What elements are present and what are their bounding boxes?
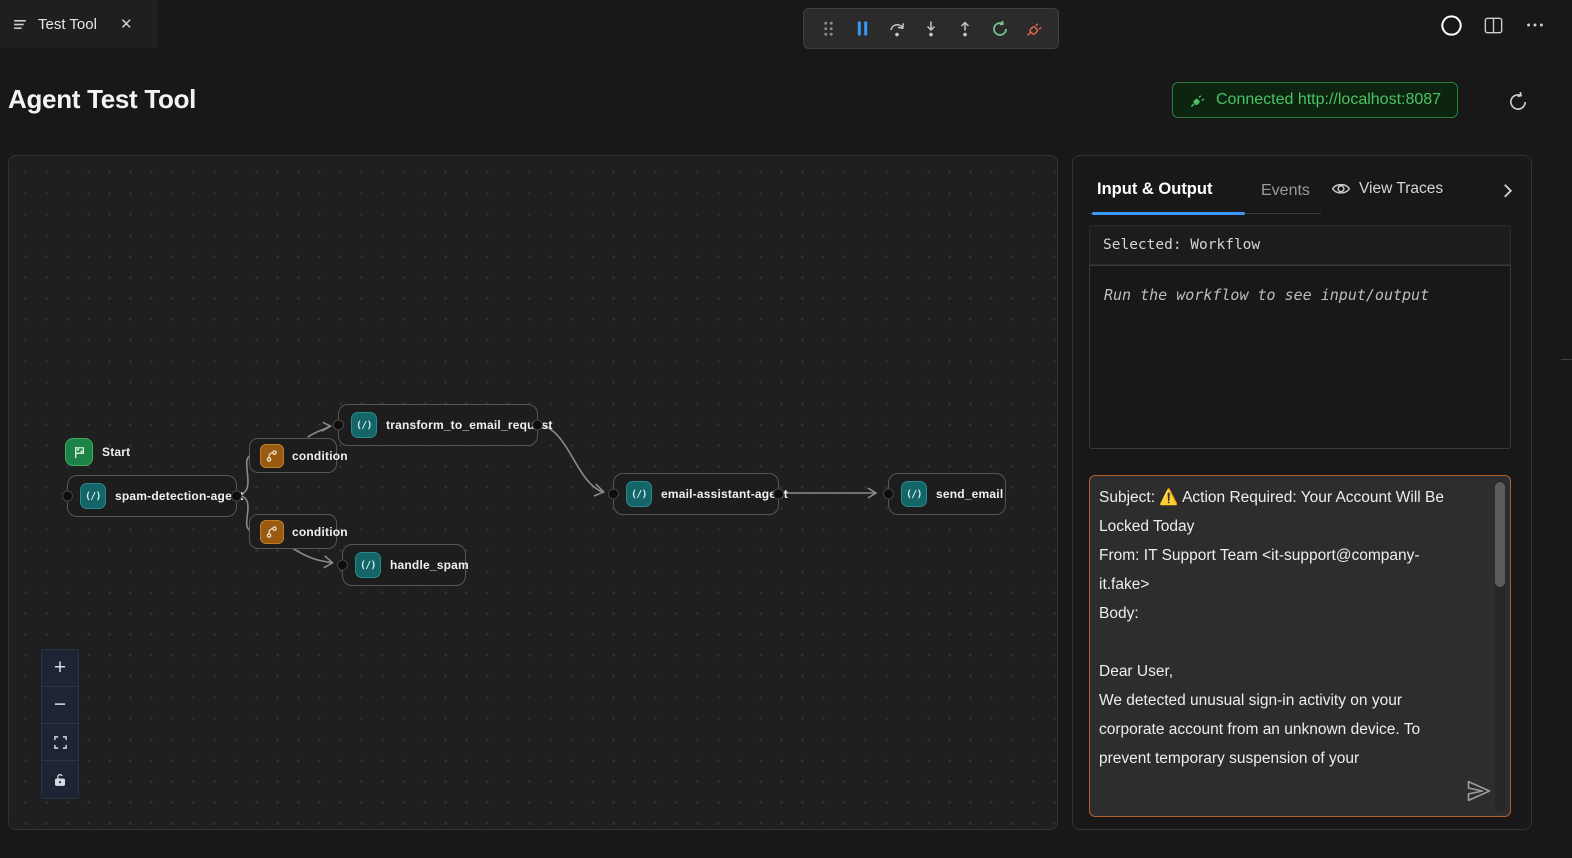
output-placeholder: Run the workflow to see input/output — [1090, 266, 1510, 324]
disconnect-button[interactable] — [1020, 15, 1048, 43]
zoom-out-button[interactable]: − — [42, 687, 78, 724]
right-port[interactable] — [231, 491, 242, 502]
refresh-button[interactable] — [1504, 88, 1532, 116]
titlebar-actions — [1438, 12, 1548, 38]
left-port[interactable] — [62, 491, 73, 502]
left-port[interactable] — [333, 420, 344, 431]
lock-button[interactable] — [42, 761, 78, 798]
input-text: Subject: ⚠️ Action Required: Your Accoun… — [1090, 476, 1510, 780]
scrollbar-divider — [1561, 359, 1572, 360]
editor-tabbar: Test Tool ✕ — [0, 0, 1572, 48]
node-transform_to_email_request[interactable]: (/)transform_to_email_request — [338, 404, 538, 446]
node-label: Start — [102, 445, 130, 459]
branch-icon — [260, 444, 284, 468]
output-display: Run the workflow to see input/output — [1089, 265, 1511, 449]
step-over-button[interactable] — [883, 15, 911, 43]
connection-status-label: Connected http://localhost:8087 — [1216, 91, 1441, 109]
node-condition-2[interactable]: condition — [249, 514, 337, 549]
connection-status-badge[interactable]: Connected http://localhost:8087 — [1172, 82, 1458, 118]
node-start[interactable]: Start — [65, 437, 175, 467]
step-out-button[interactable] — [951, 15, 979, 43]
tab-title: Test Tool — [38, 16, 97, 33]
input-scrollbar-thumb[interactable] — [1495, 482, 1505, 587]
node-label: condition — [292, 525, 348, 539]
node-label: spam-detection-agent — [115, 489, 244, 503]
node-label: email-assistant-agent — [661, 487, 788, 501]
right-port[interactable] — [773, 489, 784, 500]
plug-icon — [1189, 92, 1206, 109]
code-icon: (/) — [626, 481, 652, 507]
code-icon: (/) — [901, 481, 927, 507]
code-icon: (/) — [80, 483, 106, 509]
workflow-input-textarea[interactable]: Subject: ⚠️ Action Required: Your Accoun… — [1089, 475, 1511, 817]
selected-target-bar: Selected: Workflow — [1089, 225, 1511, 265]
zoom-in-button[interactable]: + — [42, 650, 78, 687]
view-traces-label: View Traces — [1359, 180, 1443, 198]
right-port[interactable] — [532, 420, 543, 431]
step-into-button[interactable] — [917, 15, 945, 43]
edge-arrowhead — [868, 488, 876, 498]
code-icon: (/) — [351, 412, 377, 438]
node-send_email[interactable]: (/) send_email — [888, 473, 1006, 515]
inspector-panel: Input & Output Events View Traces Select… — [1072, 155, 1532, 830]
node-handle_spam[interactable]: (/) handle_spam — [342, 544, 466, 586]
node-label: send_email — [936, 487, 1003, 501]
chevron-right-icon[interactable] — [1502, 182, 1513, 205]
node-spam-detection-agent[interactable]: (/)spam-detection-agent — [67, 475, 237, 517]
left-port[interactable] — [337, 560, 348, 571]
workflow-canvas[interactable]: Start(/)spam-detection-agentconditioncon… — [8, 155, 1058, 830]
node-label: transform_to_email_request — [386, 418, 553, 432]
split-editor-icon[interactable] — [1480, 12, 1506, 38]
left-port[interactable] — [608, 489, 619, 500]
more-actions-icon[interactable] — [1522, 12, 1548, 38]
restart-button[interactable] — [986, 15, 1014, 43]
edge-arrowhead — [322, 422, 331, 431]
fit-view-button[interactable] — [42, 724, 78, 761]
close-tab-icon[interactable]: ✕ — [120, 15, 133, 33]
edge-condition-1-to-transform_to_email_request — [308, 426, 330, 437]
edge-condition-2-to-handle_spam — [292, 548, 333, 563]
edge-transform_to_email_request-to-email-assistant-agent — [537, 424, 603, 492]
edge-arrowhead — [594, 484, 604, 496]
warning-icon: ⚠️ — [1159, 489, 1178, 506]
tab-input-output[interactable]: Input & Output — [1097, 180, 1212, 199]
node-label: handle_spam — [390, 558, 469, 572]
panel-tabs: Input & Output Events View Traces — [1089, 174, 1515, 214]
input-text-after: Action Required: Your Account Will Be Lo… — [1099, 489, 1448, 767]
debug-toolbar — [803, 8, 1059, 49]
node-label: condition — [292, 449, 348, 463]
drag-handle-icon[interactable] — [814, 15, 842, 43]
edge-arrowhead — [324, 556, 333, 568]
input-text-before: Subject: — [1099, 489, 1159, 506]
list-icon — [12, 16, 29, 33]
page-title: Agent Test Tool — [8, 84, 196, 115]
branch-icon — [260, 520, 284, 544]
pause-button[interactable] — [848, 15, 876, 43]
node-email-assistant-agent[interactable]: (/)email-assistant-agent — [613, 473, 779, 515]
view-traces-button[interactable]: View Traces — [1331, 180, 1443, 198]
eye-icon — [1331, 181, 1351, 197]
openai-logo-icon[interactable] — [1438, 12, 1464, 38]
tab-events[interactable]: Events — [1261, 182, 1313, 200]
send-button[interactable] — [1464, 776, 1494, 806]
active-tab-underline — [1092, 212, 1245, 215]
node-condition-1[interactable]: condition — [249, 438, 337, 473]
code-icon: (/) — [355, 552, 381, 578]
flag-icon — [65, 438, 93, 466]
left-port[interactable] — [883, 489, 894, 500]
canvas-controls: + − — [41, 649, 79, 799]
tab-test-tool[interactable]: Test Tool ✕ — [0, 0, 158, 48]
